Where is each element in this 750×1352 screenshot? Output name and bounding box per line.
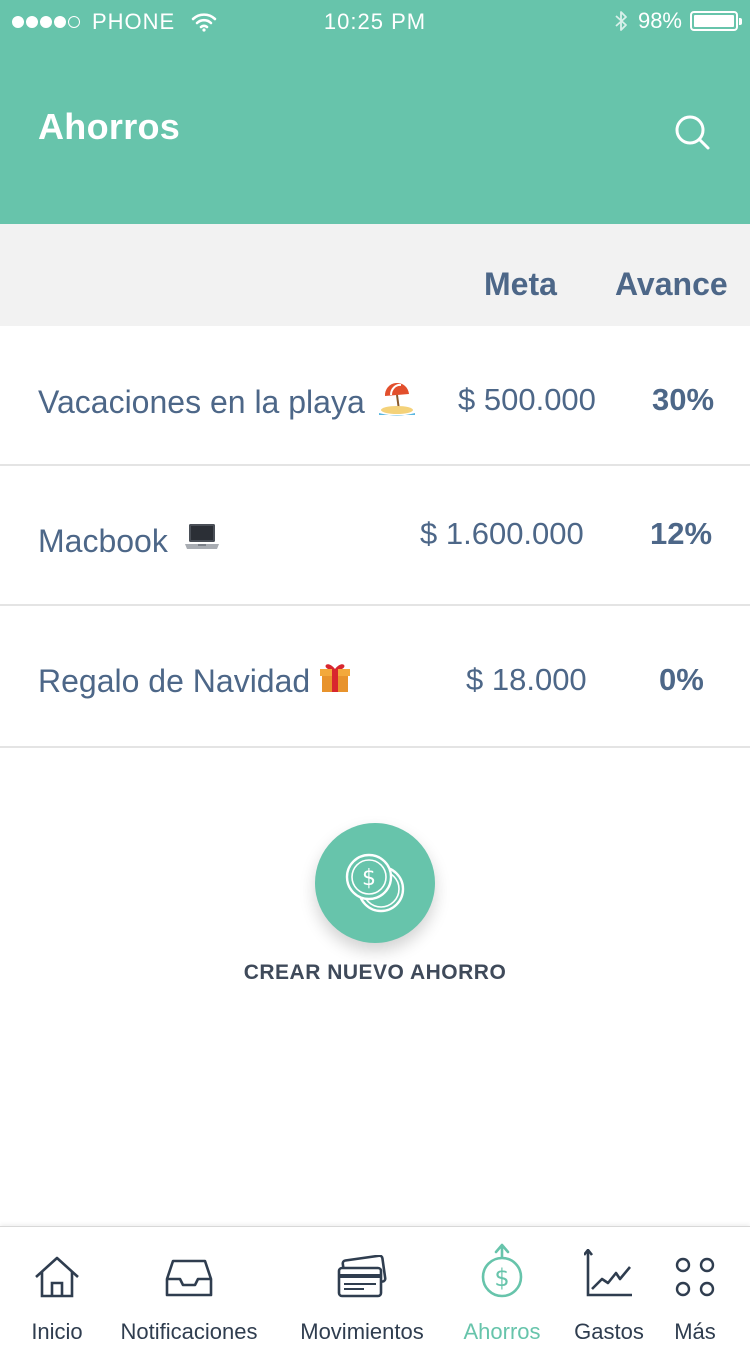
search-icon [675, 115, 710, 150]
tab-ahorros[interactable]: $ Ahorros [456, 1227, 548, 1352]
savings-name: Macbook [38, 522, 168, 559]
laptop-icon [184, 522, 220, 560]
tab-gastos[interactable]: Gastos [570, 1227, 648, 1352]
tab-label: Más [674, 1319, 716, 1344]
battery-icon [690, 11, 742, 31]
tab-movimientos[interactable]: Movimientos [290, 1227, 434, 1352]
savings-name: Vacaciones en la playa [38, 383, 365, 420]
home-icon [35, 1256, 79, 1298]
chart-icon [584, 1249, 632, 1297]
app-header: PHONE 10:25 PM 98% Ahorros [0, 0, 750, 224]
svg-text:$: $ [362, 866, 376, 891]
savings-goal: $ 500.000 [458, 382, 596, 417]
create-savings-label: CREAR NUEVO AHORRO [243, 961, 507, 984]
status-bar: PHONE 10:25 PM 98% [0, 0, 750, 42]
tab-label: Movimientos [300, 1319, 424, 1344]
tab-bar: Inicio Notificaciones Movimientos $ Ahor… [0, 1226, 750, 1352]
column-meta: Meta [484, 266, 557, 302]
savings-goal: $ 1.600.000 [420, 516, 584, 551]
column-header: Meta Avance [0, 224, 750, 326]
tab-label: Ahorros [463, 1319, 541, 1344]
savings-name: Regalo de Navidad [38, 662, 311, 699]
savings-row[interactable]: Regalo de Navidad $ 18.000 0% [0, 608, 750, 748]
savings-row[interactable]: Macbook $ 1.600.000 12% [0, 466, 750, 606]
search-button[interactable] [670, 110, 714, 154]
savings-icon: $ [481, 1243, 523, 1298]
create-savings-button[interactable]: $ [315, 823, 435, 943]
page-title: Ahorros [38, 106, 181, 147]
beach-icon [377, 380, 417, 424]
savings-progress: 0% [659, 662, 704, 697]
gift-icon [318, 660, 352, 702]
savings-row[interactable]: Vacaciones en la playa $ 500.000 30% [0, 326, 750, 466]
inbox-icon [165, 1259, 213, 1297]
tab-label: Notificaciones [120, 1319, 258, 1344]
tab-mas[interactable]: Más [668, 1227, 722, 1352]
tab-label: Inicio [31, 1319, 83, 1344]
tab-label: Gastos [574, 1319, 644, 1344]
savings-progress: 12% [650, 516, 713, 551]
more-icon [675, 1257, 715, 1297]
tab-notificaciones[interactable]: Notificaciones [110, 1227, 268, 1352]
tab-inicio[interactable]: Inicio [22, 1227, 92, 1352]
savings-goal: $ 18.000 [466, 662, 587, 697]
column-avance: Avance [615, 266, 728, 302]
cards-icon [337, 1255, 387, 1298]
bluetooth-icon [615, 11, 627, 31]
svg-text:$: $ [494, 1264, 509, 1292]
coins-icon: $ [345, 853, 405, 913]
savings-progress: 30% [652, 382, 715, 417]
battery-percent: 98% [637, 8, 682, 33]
